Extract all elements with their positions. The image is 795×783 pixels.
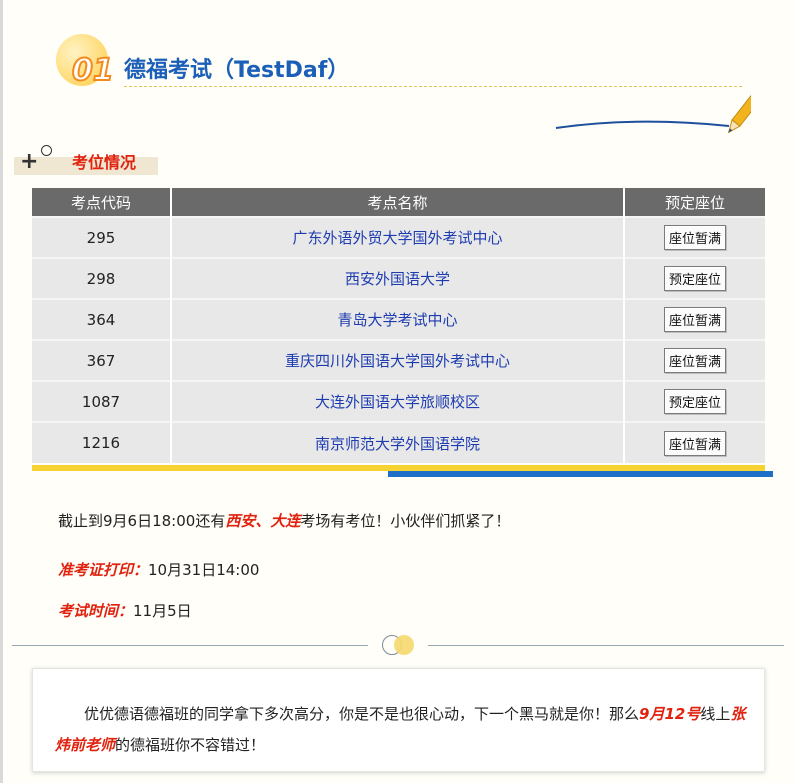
center-code: 295 <box>32 216 172 258</box>
section-number: 01 <box>71 53 115 88</box>
subsection-label: 考位情况 <box>72 153 137 172</box>
seat-status-button[interactable]: 座位暂满 <box>663 225 726 250</box>
table-row: 295 广东外语外贸大学国外考试中心 座位暂满 <box>32 216 765 258</box>
col-seat-header: 预定座位 <box>624 188 765 217</box>
center-name[interactable]: 大连外国语大学旅顺校区 <box>171 380 625 422</box>
table-row: 367 重庆四川外国语大学国外考试中心 座位暂满 <box>32 339 765 381</box>
table-row: 1087 大连外国语大学旅顺校区 预定座位 <box>32 380 765 422</box>
center-code: 367 <box>32 339 172 381</box>
admit-card-note: 准考证打印：10月31日14:00 <box>58 559 259 580</box>
availability-highlight: 西安、大连 <box>225 512 301 530</box>
admit-value: 10月31日14:00 <box>148 561 260 579</box>
seat-table: 考点代码 考点名称 预定座位 295 广东外语外贸大学国外考试中心 座位暂满 2… <box>32 188 765 463</box>
pen-icon <box>555 70 751 134</box>
center-code: 364 <box>32 298 172 340</box>
plus-icon: + <box>20 149 39 174</box>
availability-note: 截止到9月6日18:00还有西安、大连考场有考位！小伙伴们抓紧了！ <box>58 510 510 531</box>
section-title: 德福考试（TestDaf） <box>124 58 350 83</box>
availability-suffix: 考场有考位！小伙伴们抓紧了！ <box>300 512 511 530</box>
seat-status-button[interactable]: 预定座位 <box>663 266 726 291</box>
center-name[interactable]: 南京师范大学外国语学院 <box>171 421 625 463</box>
col-name-header: 考点名称 <box>171 188 625 217</box>
promo-box: 优优德语德福班的同学拿下多次高分，你是不是也很心动，下一个黑马就是你！那么9月1… <box>32 668 765 772</box>
col-code-header: 考点代码 <box>32 188 172 217</box>
availability-prefix: 截止到9月6日18:00还有 <box>58 512 226 530</box>
center-code: 1087 <box>32 380 172 422</box>
table-row: 298 西安外国语大学 预定座位 <box>32 257 765 299</box>
promo-text: 优优德语德福班的同学拿下多次高分，你是不是也很心动，下一个黑马就是你！那么9月1… <box>55 705 746 754</box>
center-name[interactable]: 青岛大学考试中心 <box>171 298 625 340</box>
center-name[interactable]: 广东外语外贸大学国外考试中心 <box>171 216 625 258</box>
center-code: 298 <box>32 257 172 299</box>
section-header: 01 德福考试（TestDaf） <box>56 32 756 134</box>
table-header-row: 考点代码 考点名称 预定座位 <box>32 188 765 217</box>
admit-label: 准考证打印： <box>58 561 149 579</box>
section-divider <box>12 635 784 655</box>
seat-status-button[interactable]: 预定座位 <box>663 389 726 414</box>
exam-value: 11月5日 <box>133 602 192 620</box>
exam-label: 考试时间： <box>58 602 134 620</box>
table-row: 1216 南京师范大学外国语学院 座位暂满 <box>32 421 765 463</box>
promo-date: 9月12号 <box>639 705 701 723</box>
table-row: 364 青岛大学考试中心 座位暂满 <box>32 298 765 340</box>
center-name[interactable]: 西安外国语大学 <box>171 257 625 299</box>
subsection-heading: + 考位情况 <box>14 145 159 175</box>
blue-accent-bar <box>388 471 773 477</box>
seat-status-button[interactable]: 座位暂满 <box>663 430 726 456</box>
left-border <box>0 0 3 783</box>
center-name[interactable]: 重庆四川外国语大学国外考试中心 <box>171 339 625 381</box>
exam-time-note: 考试时间：11月5日 <box>58 600 192 621</box>
seat-status-button[interactable]: 座位暂满 <box>663 348 726 373</box>
seat-status-button[interactable]: 座位暂满 <box>663 307 726 332</box>
circle-icon <box>41 145 52 156</box>
center-code: 1216 <box>32 421 172 463</box>
